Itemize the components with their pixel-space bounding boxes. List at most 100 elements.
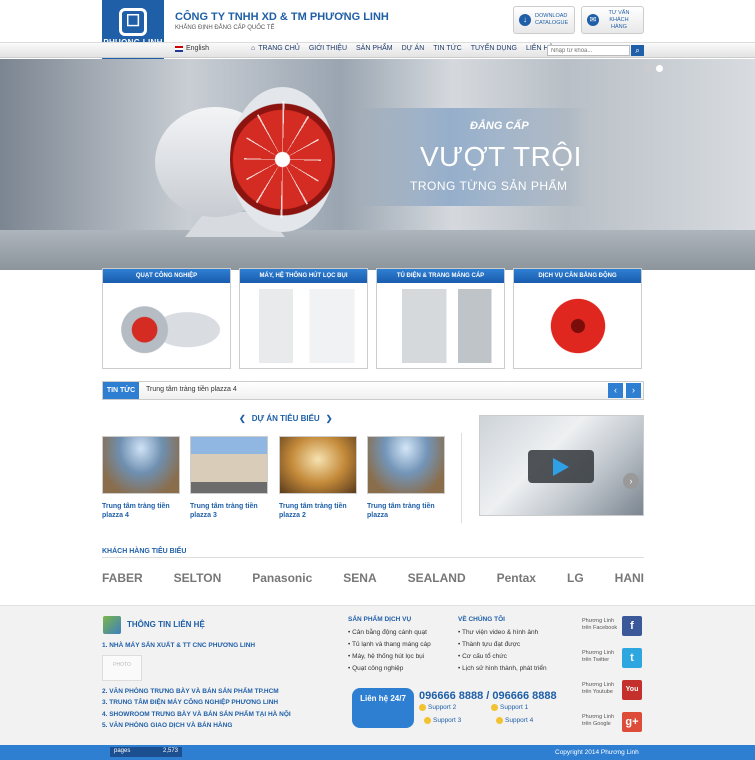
partner-logo[interactable]: FABER bbox=[102, 571, 143, 585]
hotline-numbers[interactable]: 096666 8888 / 096666 8888 bbox=[419, 690, 557, 702]
google-plus-icon[interactable]: g+ bbox=[622, 712, 642, 732]
category-card-balancing-service[interactable]: DỊCH VỤ CÂN BẰNG ĐỘNG bbox=[513, 268, 642, 369]
support-link[interactable]: Support 1 bbox=[491, 704, 528, 711]
language-switch[interactable]: English bbox=[175, 45, 209, 52]
partners-logos: FABER SELTON Panasonic SENA SEALAND Pent… bbox=[102, 564, 644, 592]
video-next-button[interactable]: › bbox=[623, 473, 639, 489]
slider-dot-2[interactable] bbox=[656, 65, 663, 72]
partner-logo[interactable]: SELTON bbox=[174, 571, 222, 585]
news-ticker: TIN TỨC Trung tâm tràng tiền plazza 4 ‹ … bbox=[102, 381, 644, 400]
contact-item[interactable]: 5. VĂN PHÒNG GIAO DỊCH VÀ BÁN HÀNG bbox=[102, 722, 232, 729]
nav-about[interactable]: GIỚI THIỆU bbox=[309, 45, 347, 52]
support-icon bbox=[491, 704, 498, 711]
project-image bbox=[102, 436, 180, 494]
partner-logo[interactable]: LG bbox=[567, 571, 584, 585]
hotline-phone-icon: Liên hệ 24/7 bbox=[352, 688, 414, 728]
category-card-dust-collectors[interactable]: MÁY, HỆ THỐNG HÚT LỌC BỤI bbox=[239, 268, 368, 369]
category-card-fans[interactable]: QUẠT CÔNG NGHIỆP bbox=[102, 268, 231, 369]
support-icon bbox=[419, 704, 426, 711]
services-link[interactable]: Cân bằng động cánh quạt bbox=[348, 629, 427, 636]
project-title: Trung tâm tràng tiền plazza 2 bbox=[279, 503, 347, 519]
search-button[interactable]: ⌕ bbox=[631, 45, 644, 56]
services-link[interactable]: Máy, hệ thống hút lọc bụi bbox=[348, 653, 424, 660]
search-input[interactable] bbox=[547, 45, 630, 56]
category-title: DỊCH VỤ CÂN BẰNG ĐỘNG bbox=[514, 269, 641, 283]
services-link[interactable]: Quạt công nghiệp bbox=[348, 665, 403, 672]
support-label: Support 1 bbox=[500, 704, 529, 711]
banner-floor bbox=[0, 230, 755, 270]
support-label: Support 3 bbox=[433, 717, 462, 724]
partner-logo[interactable]: Pentax bbox=[497, 571, 536, 585]
ticker-next-button[interactable]: › bbox=[626, 383, 641, 398]
customer-support-label: TƯ VẤN KHÁCH HÀNG bbox=[608, 9, 630, 30]
facebook-icon[interactable]: f bbox=[622, 616, 642, 636]
project-image bbox=[367, 436, 445, 494]
contact-item[interactable]: 1. NHÀ MÁY SẢN XUẤT & TT CNC PHƯƠNG LINH bbox=[102, 642, 255, 649]
twitter-text: Phương Linh trên Twitter bbox=[582, 650, 615, 663]
page-counter: pages 2,573 bbox=[110, 747, 182, 757]
contact-item[interactable]: 3. TRUNG TÂM ĐIỆN MÁY CÔNG NGHIỆP PHƯƠNG… bbox=[102, 699, 278, 706]
project-card[interactable]: Trung tâm tràng tiền plazza 4 bbox=[102, 436, 180, 520]
chevron-left-icon[interactable]: ❮ bbox=[239, 414, 246, 423]
about-link[interactable]: Thành tựu đạt được bbox=[458, 641, 520, 648]
support-link[interactable]: Support 3 bbox=[424, 717, 461, 724]
banner-line-2: VƯỢT TRỘI bbox=[420, 141, 582, 172]
ticker-prev-button[interactable]: ‹ bbox=[608, 383, 623, 398]
partner-logo[interactable]: HANI bbox=[615, 571, 644, 585]
support-link[interactable]: Support 4 bbox=[496, 717, 533, 724]
slider-dot-1[interactable] bbox=[645, 65, 652, 72]
project-image bbox=[190, 436, 268, 494]
red-impeller-image bbox=[522, 289, 634, 363]
play-button-icon[interactable] bbox=[528, 450, 594, 483]
news-ticker-text[interactable]: Trung tâm tràng tiền plazza 4 bbox=[146, 386, 237, 393]
project-title: Trung tâm tràng tiền plazza 4 bbox=[102, 503, 170, 519]
logo-mark-icon: ☐ bbox=[119, 8, 147, 36]
project-card[interactable]: Trung tâm tràng tiền plazza 3 bbox=[190, 436, 268, 520]
category-title: TỦ ĐIỆN & TRANG MÁNG CÁP bbox=[377, 269, 504, 283]
contact-item[interactable]: 4. SHOWROOM TRƯNG BÀY VÀ BÁN SẢN PHẨM TẠ… bbox=[102, 711, 291, 718]
download-catalogue-button[interactable]: ↓ DOWNLOAD CATALOGUE bbox=[513, 6, 575, 34]
support-icon bbox=[496, 717, 503, 724]
contact-item[interactable]: 2. VĂN PHÒNG TRƯNG BÀY VÀ BÁN SẢN PHẨM T… bbox=[102, 688, 279, 695]
company-slogan: KHẲNG ĐỊNH ĐẲNG CẤP QUỐC TẾ bbox=[175, 25, 275, 31]
partner-logo[interactable]: SEALAND bbox=[408, 571, 466, 585]
nav-careers[interactable]: TUYỂN DỤNG bbox=[471, 45, 517, 52]
counter-label: pages bbox=[114, 748, 131, 754]
category-title: MÁY, HỆ THỐNG HÚT LỌC BỤI bbox=[240, 269, 367, 283]
partner-logo[interactable]: Panasonic bbox=[252, 571, 312, 585]
news-ticker-label: TIN TỨC bbox=[103, 382, 139, 399]
about-link[interactable]: Cơ cấu tổ chức bbox=[458, 653, 507, 660]
partners-title: KHÁCH HÀNG TIÊU BIỂU bbox=[102, 548, 187, 555]
fan-product-image bbox=[111, 289, 223, 363]
video-player[interactable]: › bbox=[479, 415, 644, 516]
category-card-electrical-cabinets[interactable]: TỦ ĐIỆN & TRANG MÁNG CÁP bbox=[376, 268, 505, 369]
services-title: SẢN PHẨM DỊCH VỤ bbox=[348, 616, 412, 623]
support-label: Support 2 bbox=[428, 704, 457, 711]
facebook-text: Phương Linh trên Facebook bbox=[582, 618, 618, 631]
services-link[interactable]: Tủ lạnh và thang máng cáp bbox=[348, 641, 431, 648]
chevron-left-icon: ‹ bbox=[614, 385, 617, 395]
nav-projects[interactable]: DỰ ÁN bbox=[402, 45, 425, 52]
project-card[interactable]: Trung tâm tràng tiền plazza bbox=[367, 436, 445, 520]
about-link[interactable]: Lịch sử hình thành, phát triển bbox=[458, 665, 547, 672]
customer-support-button[interactable]: ✉ TƯ VẤN KHÁCH HÀNG bbox=[581, 6, 644, 34]
twitter-icon[interactable]: t bbox=[622, 648, 642, 668]
google-plus-text: Phương Linh trên Google bbox=[582, 714, 615, 727]
chevron-right-icon[interactable]: ❯ bbox=[326, 414, 333, 423]
project-title: Trung tâm tràng tiền plazza bbox=[367, 503, 435, 519]
nav-products[interactable]: SẢN PHẨM bbox=[356, 45, 393, 52]
map-icon bbox=[103, 616, 121, 634]
banner-line-3: TRONG TỪNG SẢN PHẨM bbox=[410, 179, 568, 193]
youtube-icon[interactable]: You bbox=[622, 680, 642, 700]
about-link[interactable]: Thư viện video & hình ảnh bbox=[458, 629, 538, 636]
main-menu: ⌂ TRANG CHỦ GIỚI THIỆU SẢN PHẨM DỰ ÁN TIN… bbox=[251, 45, 553, 52]
chat-icon: ✉ bbox=[587, 14, 599, 26]
support-link[interactable]: Support 2 bbox=[419, 704, 456, 711]
copyright: Copyright 2014 Phương Linh bbox=[555, 749, 639, 756]
project-card[interactable]: Trung tâm tràng tiền plazza 2 bbox=[279, 436, 357, 520]
support-label: Support 4 bbox=[505, 717, 534, 724]
nav-home[interactable]: ⌂ TRANG CHỦ bbox=[251, 45, 300, 52]
nav-news[interactable]: TIN TỨC bbox=[433, 45, 461, 52]
banner-line-1: ĐẲNG CẤP bbox=[470, 120, 529, 132]
partner-logo[interactable]: SENA bbox=[343, 571, 376, 585]
